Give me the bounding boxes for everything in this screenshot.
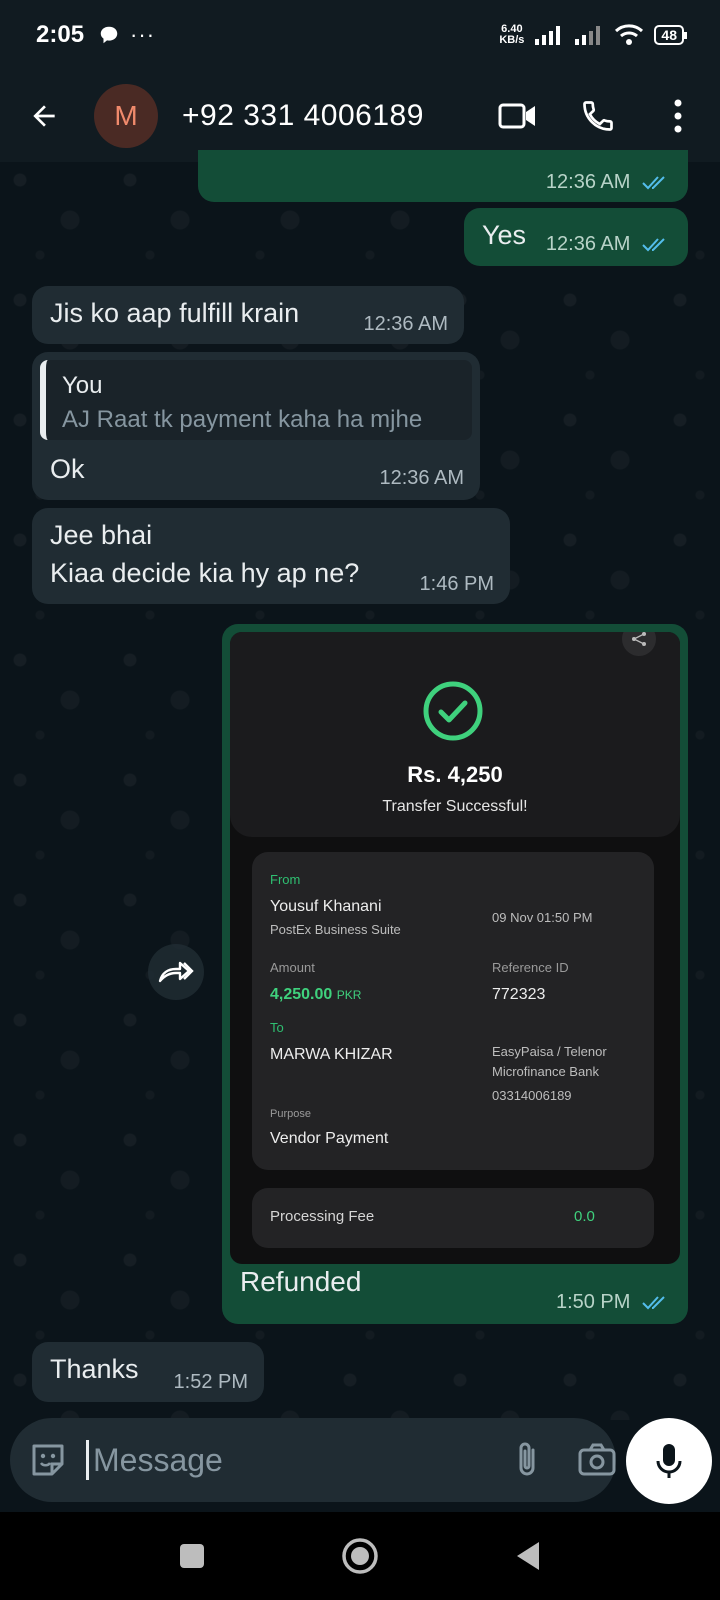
signal-icon: [535, 26, 561, 45]
receipt-amount: Rs. 4,250: [407, 762, 503, 787]
forward-button[interactable]: [148, 944, 204, 1000]
double-check-icon: [642, 238, 665, 252]
transfer-status: Transfer Successful!: [382, 798, 528, 815]
home-circle-icon: [342, 1538, 378, 1574]
message-text: Yes: [482, 220, 527, 250]
camera-icon: [578, 1443, 616, 1476]
triangle-back-icon: [517, 1542, 539, 1570]
to-label: To: [270, 1020, 284, 1035]
amount-value: 4,250.00 PKR: [270, 986, 362, 1003]
message-time: 1:46 PM: [419, 573, 494, 595]
back-nav-button[interactable]: [504, 1532, 552, 1580]
message-time: 12:36 AM: [363, 313, 448, 335]
square-icon: [180, 1544, 204, 1568]
forward-icon: [158, 961, 194, 983]
fee-value: 0.0: [574, 1208, 595, 1225]
processing-fee-card: Processing Fee 0.0: [252, 1188, 654, 1248]
status-time: 2:05: [36, 21, 85, 48]
fee-label: Processing Fee: [270, 1208, 375, 1225]
quoted-message[interactable]: You AJ Raat tk payment kaha ha mjhe: [40, 360, 472, 440]
image-caption: Refunded: [240, 1266, 362, 1297]
to-account: 03314006189: [492, 1088, 572, 1103]
home-button[interactable]: [336, 1532, 384, 1580]
message-bubble-outgoing[interactable]: Yes 12:36 AM: [464, 208, 688, 266]
more-vertical-icon: [674, 99, 682, 133]
recents-button[interactable]: [168, 1532, 216, 1580]
attach-button[interactable]: [513, 1438, 543, 1482]
message-time: 1:52 PM: [173, 1371, 248, 1393]
sticker-icon: [32, 1444, 64, 1476]
currency-unit: PKR: [336, 988, 362, 1002]
purpose-value: Vendor Payment: [270, 1130, 389, 1147]
voice-call-button[interactable]: [576, 94, 620, 138]
video-call-button[interactable]: [496, 94, 540, 138]
wifi-icon: [615, 24, 644, 45]
to-bank-line-1: EasyPaisa / Telenor: [492, 1044, 607, 1059]
reference-label: Reference ID: [492, 960, 569, 975]
from-name: Yousuf Khanani: [270, 898, 382, 915]
message-text: Thanks: [50, 1354, 139, 1384]
to-name: MARWA KHIZAR: [270, 1046, 393, 1063]
quote-author: You: [62, 372, 103, 399]
message-text-line-1: Jee bhai: [50, 520, 153, 550]
double-check-icon: [642, 1296, 665, 1310]
microphone-icon: [656, 1444, 682, 1478]
purpose-label: Purpose: [270, 1108, 311, 1120]
back-button[interactable]: [20, 92, 68, 140]
contact-name[interactable]: +92 331 4006189: [182, 99, 424, 133]
share-receipt-button: [622, 632, 656, 656]
receipt-header: Rs. 4,250 Transfer Successful!: [230, 632, 680, 837]
reference-value: 772323: [492, 986, 546, 1003]
quote-text: AJ Raat tk payment kaha ha mjhe: [62, 406, 423, 433]
message-time: 12:36 AM: [545, 233, 631, 255]
transfer-datetime: 09 Nov 01:50 PM: [492, 910, 593, 925]
signal-icon-2: [575, 26, 601, 45]
message-bubble-incoming[interactable]: Jee bhai Kiaa decide kia hy ap ne? 1:46 …: [32, 508, 510, 604]
message-bubble-image[interactable]: Rs. 4,250 Transfer Successful! From Yous…: [222, 624, 688, 1324]
battery-indicator: 48: [654, 25, 687, 45]
message-time: 12:36 AM: [545, 171, 631, 193]
chat-notification-icon: [100, 26, 118, 44]
paperclip-icon: [519, 1442, 535, 1476]
more-notifications-icon: ···: [130, 22, 156, 47]
message-input[interactable]: [86, 1440, 513, 1480]
share-icon: [632, 632, 646, 646]
net-speed: 6.40 KB/s: [499, 23, 525, 46]
message-bubble-incoming[interactable]: Jis ko aap fulfill krain 12:36 AM: [32, 286, 464, 344]
chat-header: M +92 331 4006189: [0, 70, 720, 162]
message-composer: [10, 1418, 616, 1502]
success-check-icon: [423, 681, 483, 741]
message-text: Jis ko aap fulfill krain: [50, 298, 300, 328]
message-text-line-2: Kiaa decide kia hy ap ne?: [50, 558, 360, 588]
receipt-image[interactable]: Rs. 4,250 Transfer Successful! From Yous…: [230, 632, 680, 1264]
message-bubble-outgoing[interactable]: 12:36 AM: [198, 150, 688, 202]
message-bubble-incoming[interactable]: Thanks 1:52 PM: [32, 1342, 264, 1402]
amount-label: Amount: [270, 960, 315, 975]
phone-icon: [583, 101, 613, 131]
message-text: Ok: [50, 454, 85, 484]
avatar[interactable]: M: [94, 84, 158, 148]
voice-message-button[interactable]: [626, 1418, 712, 1504]
from-label: From: [270, 872, 301, 887]
to-bank-line-2: Microfinance Bank: [492, 1064, 599, 1079]
message-time: 1:50 PM: [555, 1291, 631, 1313]
message-bubble-incoming[interactable]: You AJ Raat tk payment kaha ha mjhe Ok 1…: [32, 352, 480, 500]
arrow-left-icon: [33, 105, 55, 127]
emoji-sticker-button[interactable]: [28, 1438, 68, 1482]
camera-button[interactable]: [577, 1438, 617, 1482]
system-navigation-bar: [0, 1512, 720, 1600]
message-time: 12:36 AM: [379, 467, 464, 489]
status-bar: 2:05 ··· 6.40 KB/s 48: [0, 0, 720, 70]
more-options-button[interactable]: [656, 94, 700, 138]
double-check-icon: [642, 176, 665, 190]
from-subtitle: PostEx Business Suite: [270, 922, 401, 937]
transfer-details-card: From Yousuf Khanani PostEx Business Suit…: [252, 852, 654, 1170]
video-camera-icon: [498, 103, 535, 129]
